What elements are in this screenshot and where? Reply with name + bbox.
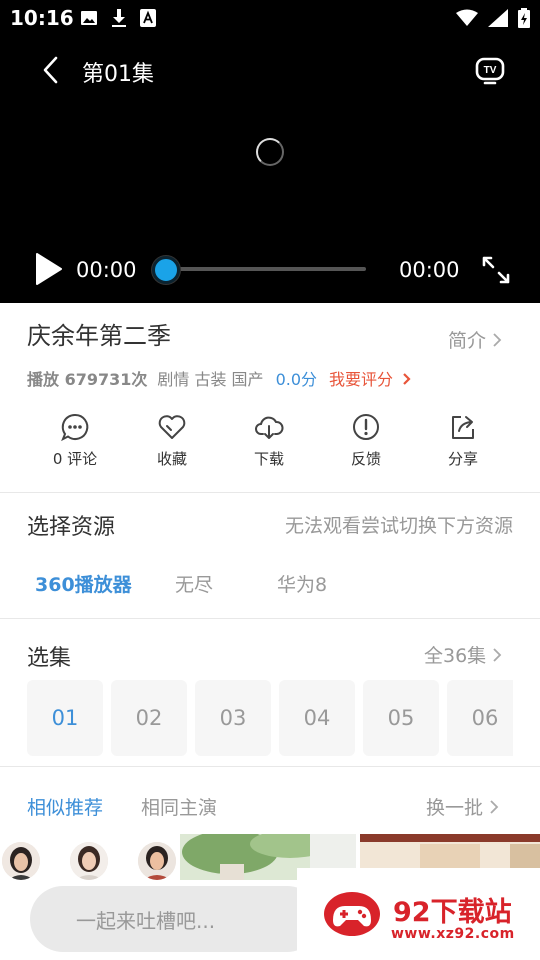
- episode-item[interactable]: 01: [27, 680, 103, 756]
- watermark-name: 92下载站: [393, 897, 512, 928]
- gamepad-logo-icon: [324, 892, 380, 936]
- share-label: 分享: [447, 450, 478, 468]
- episode-item[interactable]: 06: [447, 680, 513, 756]
- chevron-left-icon: [43, 56, 58, 84]
- show-title: 庆余年第二季: [27, 322, 171, 350]
- source-tab-wujin[interactable]: 无尽: [175, 570, 213, 597]
- all-episodes-label: 全36集: [424, 645, 487, 667]
- intro-link[interactable]: 简介: [448, 326, 502, 353]
- refresh-label: 换一批: [426, 797, 484, 819]
- app-store-icon: [140, 9, 156, 27]
- status-bar: 10:16: [0, 0, 540, 36]
- genre-tags: 剧情 古装 国产: [157, 370, 264, 389]
- loading-spinner-icon: [256, 138, 284, 166]
- cast-avatar[interactable]: [2, 842, 40, 880]
- all-episodes-link[interactable]: 全36集: [424, 641, 502, 668]
- comment-label: 0 评论: [52, 450, 98, 468]
- chevron-right-icon: [493, 647, 502, 662]
- divider: [0, 492, 540, 493]
- battery-icon: [518, 8, 530, 28]
- signal-icon: [488, 9, 508, 27]
- chevron-right-icon: [403, 373, 411, 385]
- download-label: 下载: [253, 450, 284, 468]
- chevron-right-icon: [493, 332, 502, 347]
- wifi-icon: [456, 9, 478, 26]
- seek-bar-track[interactable]: [166, 267, 366, 271]
- episode-list: 01 02 03 04 05 06: [27, 680, 513, 756]
- current-time: 00:00: [76, 258, 137, 282]
- status-system-icons: [456, 6, 530, 30]
- back-button[interactable]: [34, 52, 66, 88]
- favorite-label: 收藏: [156, 450, 187, 468]
- seek-bar-handle[interactable]: [152, 256, 180, 284]
- play-count: 播放 679731次: [27, 370, 148, 389]
- svg-text:TV: TV: [484, 65, 497, 76]
- video-player[interactable]: 10:16 第01集 TV 00:00 00:00: [0, 0, 540, 303]
- episode-item[interactable]: 02: [111, 680, 187, 756]
- rate-label: 我要评分: [329, 370, 394, 389]
- rate-button[interactable]: 我要评分: [329, 366, 412, 390]
- episode-title: 第01集: [82, 62, 154, 87]
- download-button[interactable]: 下载: [229, 408, 309, 469]
- download-icon: [112, 9, 126, 27]
- intro-label: 简介: [448, 330, 487, 352]
- cast-avatar[interactable]: [70, 842, 108, 880]
- cast-avatar[interactable]: [138, 842, 176, 880]
- expand-icon: [482, 256, 510, 284]
- comment-input[interactable]: 一起来吐槽吧...: [30, 886, 320, 952]
- cast-tv-button[interactable]: TV: [472, 52, 508, 88]
- tv-icon: TV: [475, 57, 505, 85]
- score: 0.0分: [275, 370, 318, 389]
- episodes-section-title: 选集: [27, 646, 72, 671]
- cloud-download-icon: [255, 416, 284, 439]
- play-button[interactable]: [34, 252, 64, 286]
- refresh-batch-button[interactable]: 换一批: [426, 793, 499, 820]
- feedback-label: 反馈: [350, 450, 381, 468]
- status-notification-icons: [80, 6, 156, 30]
- episode-item[interactable]: 05: [363, 680, 439, 756]
- source-tab-360[interactable]: 360播放器: [35, 570, 132, 597]
- watermark-url: www.xz92.com: [391, 926, 515, 942]
- source-hint: 无法观看尝试切换下方资源: [284, 515, 513, 537]
- source-section-title: 选择资源: [27, 515, 116, 540]
- tab-similar[interactable]: 相似推荐: [27, 793, 103, 820]
- status-time: 10:16: [10, 6, 74, 30]
- action-bar: 0 评论 收藏 下载 反馈 分享: [0, 408, 540, 478]
- chevron-right-icon: [490, 799, 499, 814]
- show-meta: 播放 679731次 剧情 古装 国产 0.0分 我要评分: [27, 366, 412, 390]
- episode-item[interactable]: 04: [279, 680, 355, 756]
- total-time: 00:00: [399, 258, 460, 282]
- source-tab-huawei8[interactable]: 华为8: [277, 570, 327, 597]
- feedback-button[interactable]: 反馈: [326, 408, 406, 469]
- alert-icon: [353, 414, 379, 440]
- comment-button[interactable]: 0 评论: [35, 408, 115, 469]
- heart-icon: [158, 415, 186, 439]
- divider: [0, 766, 540, 767]
- watermark: 92下载站 www.xz92.com: [297, 868, 540, 952]
- episode-item[interactable]: 03: [195, 680, 271, 756]
- comment-placeholder: 一起来吐槽吧...: [76, 908, 216, 933]
- tab-same-cast[interactable]: 相同主演: [141, 793, 217, 820]
- play-icon: [36, 253, 62, 285]
- share-button[interactable]: 分享: [423, 408, 503, 469]
- divider: [0, 618, 540, 619]
- fullscreen-button[interactable]: [480, 254, 512, 286]
- image-icon: [81, 11, 97, 25]
- share-icon: [452, 416, 474, 439]
- comment-icon: [61, 413, 89, 442]
- favorite-button[interactable]: 收藏: [132, 408, 212, 469]
